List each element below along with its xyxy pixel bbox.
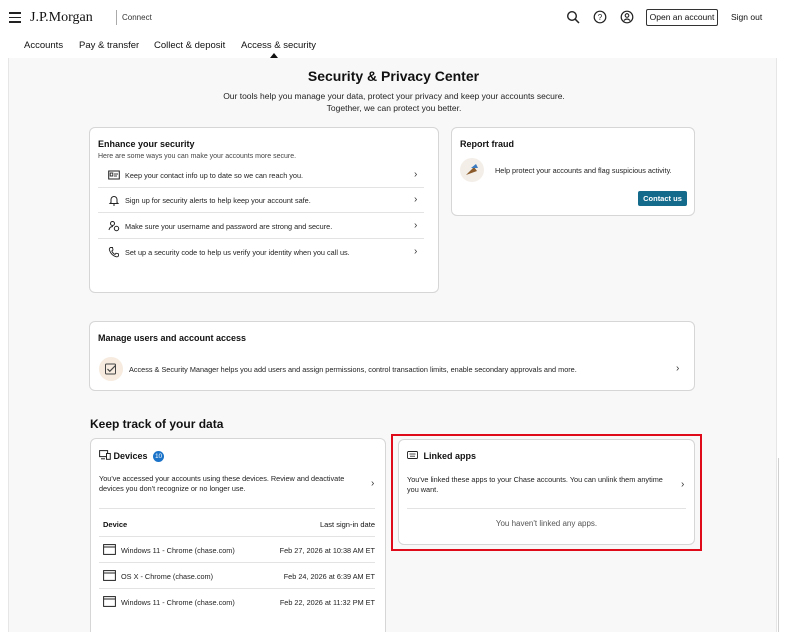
devices-description: You've accessed your accounts using thes… <box>99 474 345 493</box>
manage-users-text: Access & Security Manager helps you add … <box>129 365 577 374</box>
device-name: Windows 11 - Chrome (chase.com) <box>121 598 235 607</box>
phone-icon <box>108 247 119 258</box>
chevron-right-icon: › <box>676 363 680 374</box>
computer-icon <box>103 570 116 581</box>
chevron-right-icon: › <box>414 169 418 180</box>
contact-us-button[interactable]: Contact us <box>638 191 687 206</box>
sign-out-link[interactable]: Sign out <box>731 12 762 22</box>
table-row: OS X - Chrome (chase.com) Feb 24, 2026 a… <box>99 562 375 588</box>
security-item-label: Make sure your username and password are… <box>125 222 333 231</box>
devices-title: Devices <box>113 451 148 461</box>
page-title: Security & Privacy Center <box>307 68 480 84</box>
scrollbar[interactable] <box>778 458 779 632</box>
manage-users-row[interactable]: Access & Security Manager helps you add … <box>90 353 694 385</box>
enhance-security-subtitle: Here are some ways you can make your acc… <box>98 153 297 160</box>
menu-icon[interactable] <box>9 12 21 23</box>
last-sign-in-column-header: Last sign-in date <box>319 520 375 529</box>
security-item-label: Set up a security code to help us verify… <box>125 248 350 257</box>
security-item-credentials[interactable]: Make sure your username and password are… <box>98 214 424 239</box>
bell-icon <box>108 196 120 206</box>
enhance-security-card: Enhance your security Here are some ways… <box>89 127 439 293</box>
manage-users-card: Manage users and account access Access &… <box>89 321 695 391</box>
highlight-box <box>391 434 702 551</box>
device-last-sign-in: Feb 24, 2026 at 6:39 AM ET <box>283 572 375 581</box>
device-last-sign-in: Feb 27, 2026 at 10:38 AM ET <box>279 546 375 555</box>
main-nav: Accounts Pay & transfer Collect & deposi… <box>0 36 785 58</box>
brand-divider <box>116 10 117 25</box>
security-item-label: Sign up for security alerts to help keep… <box>125 196 311 205</box>
nav-accounts[interactable]: Accounts <box>24 40 63 51</box>
devices-icon <box>99 450 111 460</box>
security-item-contact-info[interactable]: Keep your contact info up to date so we … <box>98 163 424 188</box>
flag-fraud-icon <box>460 158 484 182</box>
table-row: Windows 11 - Chrome (chase.com) Feb 22, … <box>99 588 375 614</box>
device-name: Windows 11 - Chrome (chase.com) <box>121 546 235 555</box>
help-icon[interactable]: ? <box>593 10 607 24</box>
page-description: Our tools help you manage your data, pro… <box>223 91 565 113</box>
keep-track-title: Keep track of your data <box>90 417 224 431</box>
nav-access-security[interactable]: Access & security <box>241 40 316 51</box>
report-fraud-text: Help protect your accounts and flag susp… <box>495 166 672 175</box>
enhance-security-title: Enhance your security <box>98 139 195 149</box>
security-item-security-code[interactable]: Set up a security code to help us verify… <box>98 240 424 265</box>
search-icon[interactable] <box>566 10 580 24</box>
user-key-icon <box>108 221 120 232</box>
contact-card-icon <box>108 170 120 180</box>
computer-icon <box>103 596 116 607</box>
profile-icon[interactable] <box>620 10 634 24</box>
computer-icon <box>103 544 116 555</box>
security-item-label: Keep your contact info up to date so we … <box>125 171 304 180</box>
chevron-right-icon: › <box>414 246 418 257</box>
devices-divider <box>99 508 375 509</box>
top-header: J.P.Morgan Connect ? Open an account Sig… <box>0 0 785 36</box>
checklist-icon <box>99 357 123 381</box>
report-fraud-title: Report fraud <box>460 139 514 149</box>
chevron-right-icon: › <box>414 220 418 231</box>
device-column-header: Device <box>103 520 128 529</box>
report-fraud-card: Report fraud Help protect your accounts … <box>451 127 695 216</box>
brand-logo[interactable]: J.P.Morgan <box>30 10 93 26</box>
svg-text:?: ? <box>598 13 603 22</box>
chevron-right-icon: › <box>371 478 375 489</box>
chevron-right-icon: › <box>414 194 418 205</box>
devices-header: Devices 10 <box>99 450 165 462</box>
open-account-button[interactable]: Open an account <box>646 9 718 26</box>
device-last-sign-in: Feb 22, 2026 at 11:32 PM ET <box>279 598 375 607</box>
manage-users-title: Manage users and account access <box>98 333 247 343</box>
devices-card: Devices 10 You've accessed your accounts… <box>90 438 386 632</box>
device-name: OS X - Chrome (chase.com) <box>121 572 214 581</box>
nav-collect-deposit[interactable]: Collect & deposit <box>154 40 225 51</box>
table-row: Windows 11 - Chrome (chase.com) Feb 27, … <box>99 536 375 562</box>
nav-pay-transfer[interactable]: Pay & transfer <box>79 40 139 51</box>
devices-description-row[interactable]: You've accessed your accounts using thes… <box>91 472 385 500</box>
security-item-alerts[interactable]: Sign up for security alerts to help keep… <box>98 188 424 213</box>
brand-subtitle: Connect <box>122 13 152 22</box>
devices-count-badge: 10 <box>153 451 165 462</box>
